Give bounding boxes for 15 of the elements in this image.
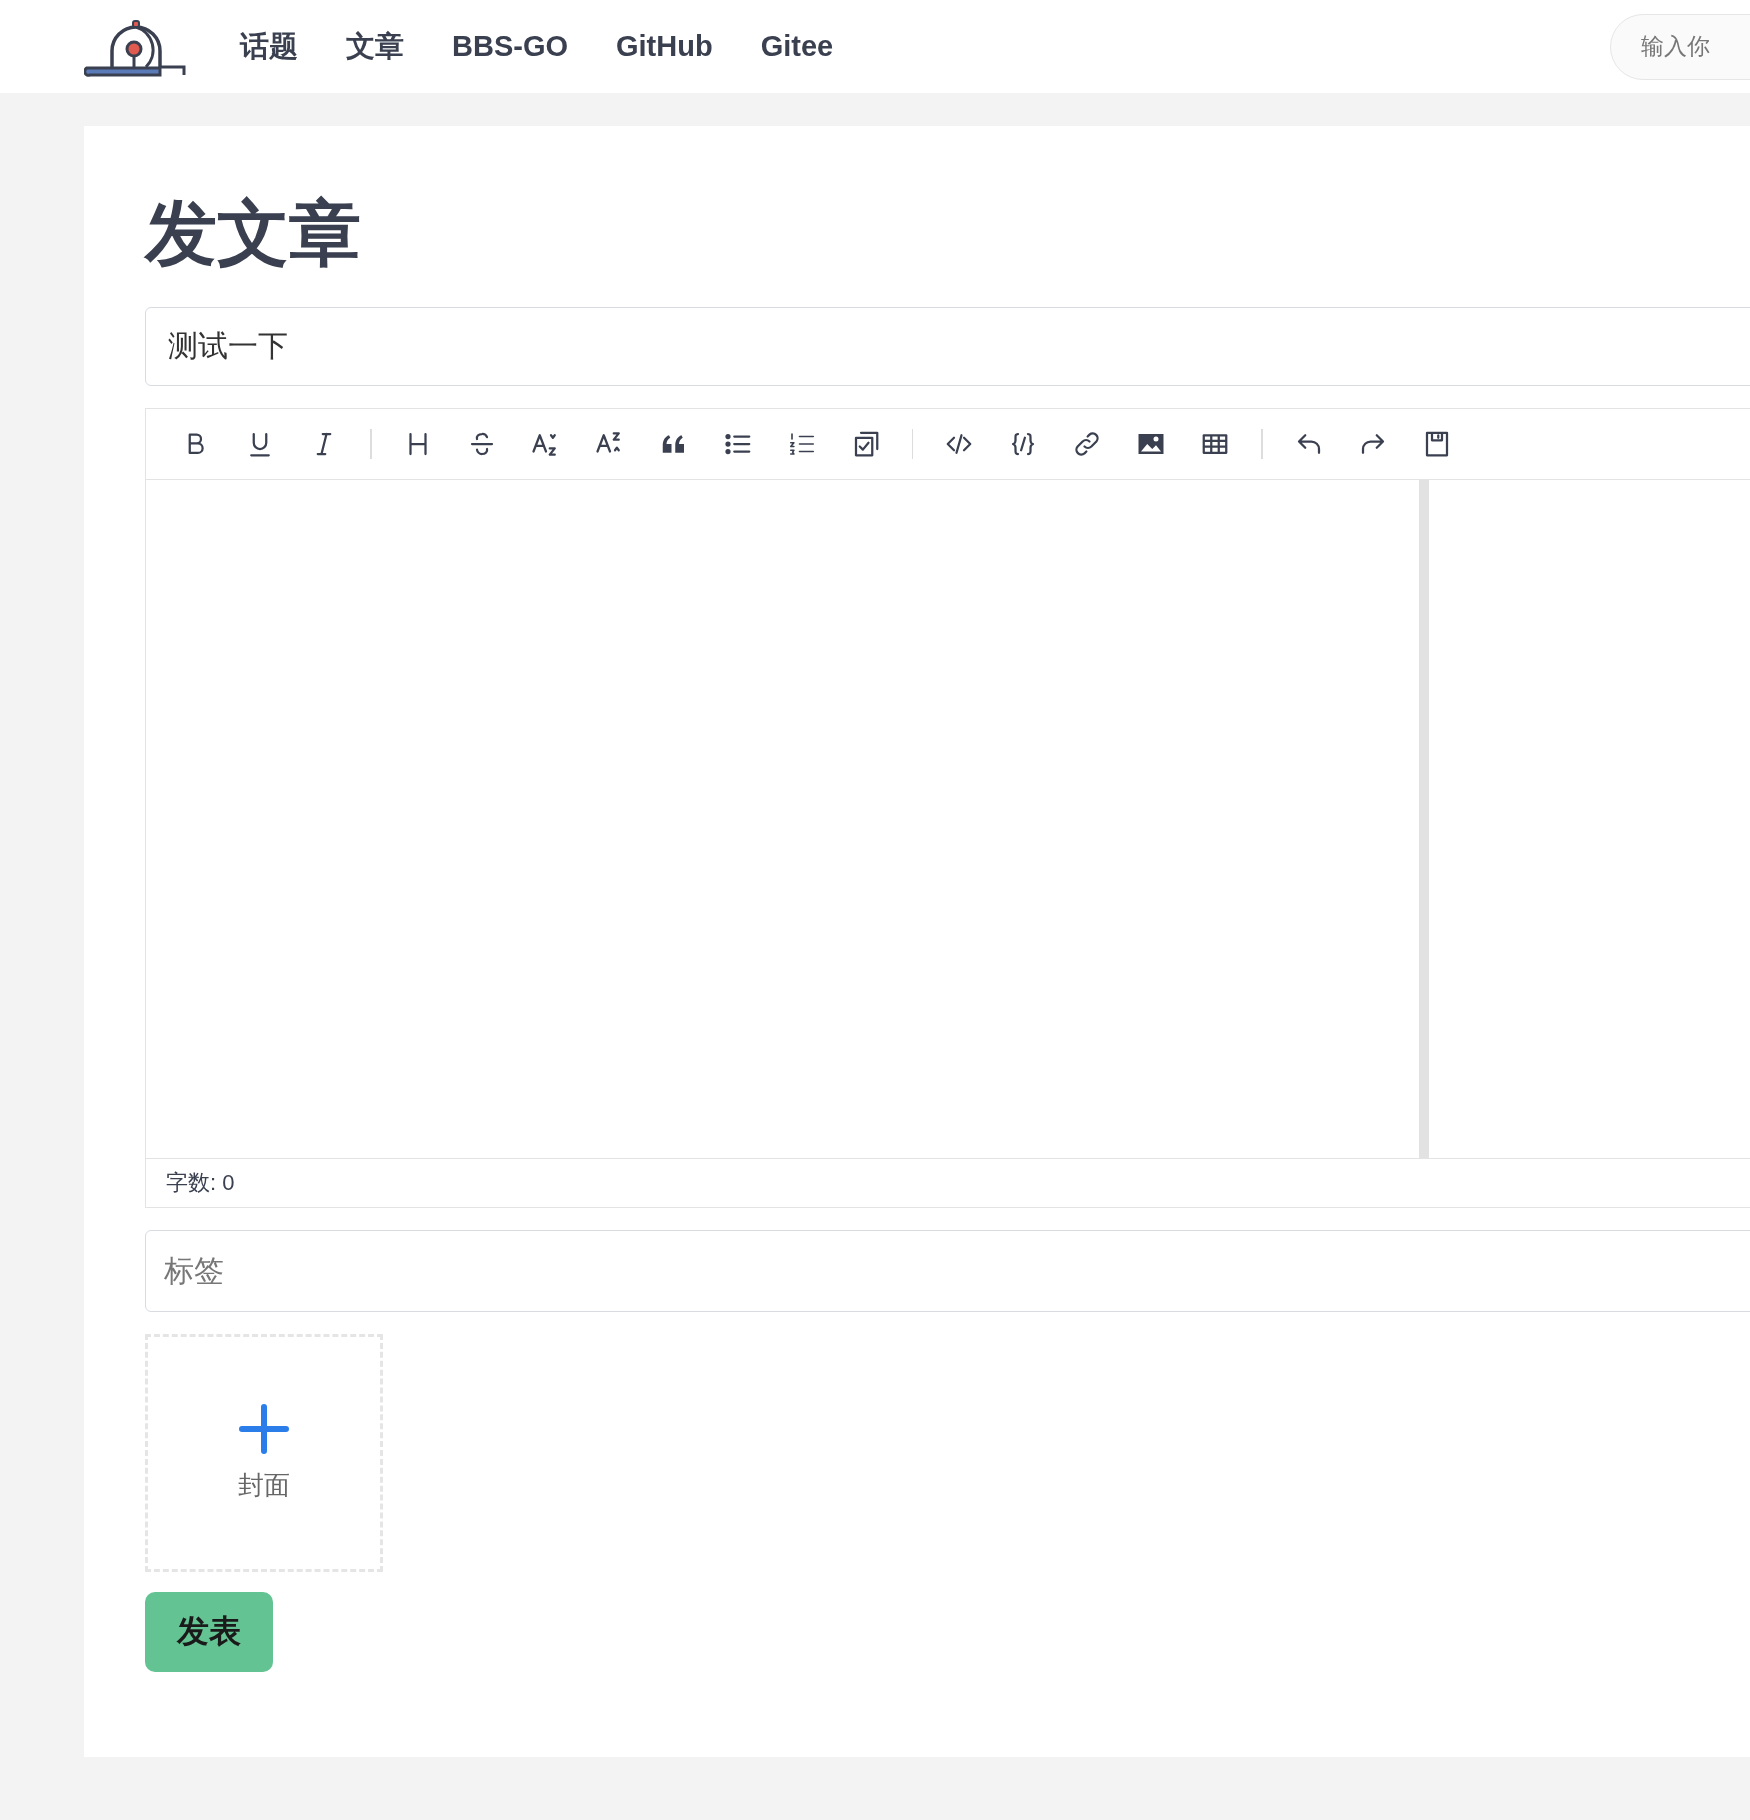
cover-upload[interactable]: 封面 (145, 1334, 383, 1573)
plus-icon (239, 1403, 289, 1454)
title-input[interactable]: 测试一下 (145, 307, 1750, 387)
search-field[interactable]: 输入你 (1610, 13, 1750, 80)
tags-input[interactable]: 标签 (145, 1230, 1750, 1313)
page-title: 发文章 (145, 194, 361, 274)
nav-link[interactable]: 文章 (322, 26, 428, 67)
nav-link[interactable]: BBS-GO (428, 30, 592, 63)
nav-link[interactable]: GitHub (592, 30, 737, 63)
nav-link[interactable]: 话题 (216, 26, 322, 67)
nav-link[interactable]: Gitee (736, 30, 858, 63)
cover-label: 封面 (238, 1468, 290, 1502)
markdown-editor[interactable]: 字数: 0 (145, 408, 1750, 1209)
publish-button[interactable]: 发表 (145, 1592, 273, 1673)
word-count: 字数: 0 (166, 1169, 235, 1198)
